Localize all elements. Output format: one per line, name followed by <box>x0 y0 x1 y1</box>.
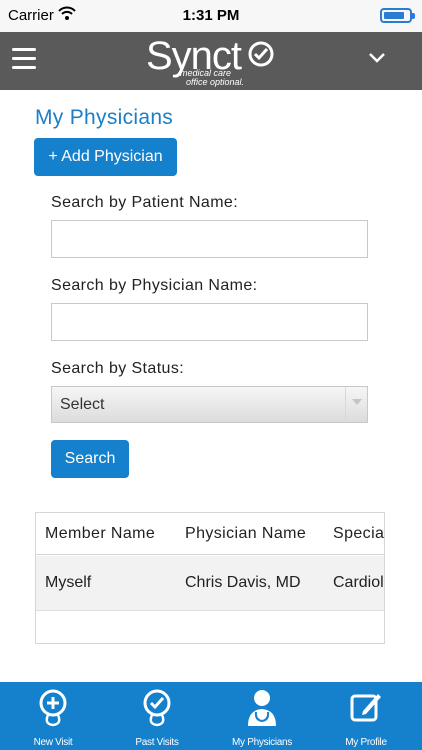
main-content: My Physicians + Add Physician Search by … <box>0 90 422 682</box>
status-bar: Carrier 1:31 PM <box>0 0 422 32</box>
app-logo: Synct medical care office optional. <box>146 32 286 90</box>
tab-label: My Profile <box>345 737 387 748</box>
column-header[interactable]: Member Name <box>45 525 155 543</box>
table-row[interactable]: Myself Chris Davis, MD Cardiol <box>36 556 384 611</box>
bottom-tab-bar: New Visit Past Visits My Physicians My P… <box>0 682 422 750</box>
column-header[interactable]: Specia <box>333 525 384 543</box>
status-select-value: Select <box>60 396 105 413</box>
column-header[interactable]: Physician Name <box>185 525 306 543</box>
tab-my-physicians[interactable]: My Physicians <box>220 682 304 750</box>
add-physician-button[interactable]: + Add Physician <box>34 138 177 176</box>
stethoscope-clock-icon <box>143 689 171 727</box>
tab-new-visit[interactable]: New Visit <box>11 682 95 750</box>
app-header: Synct medical care office optional. <box>0 32 422 90</box>
page-title: My Physicians <box>35 106 174 129</box>
table-header-row: Member Name Physician Name Specia <box>36 513 384 555</box>
tab-label: My Physicians <box>231 737 292 748</box>
tab-label: New Visit <box>33 737 73 748</box>
physician-name-input[interactable] <box>51 303 368 341</box>
chevron-down-icon[interactable] <box>368 52 386 64</box>
status-select[interactable]: Select <box>51 386 368 423</box>
physician-name-cell: Chris Davis, MD <box>185 574 301 591</box>
patient-name-input[interactable] <box>51 220 368 258</box>
specialty-cell: Cardiol <box>333 574 384 591</box>
tab-my-profile[interactable]: My Profile <box>324 682 408 750</box>
patient-name-label: Search by Patient Name: <box>51 194 239 211</box>
member-name-cell: Myself <box>45 574 92 591</box>
tab-label: Past Visits <box>135 737 179 748</box>
clock: 1:31 PM <box>182 7 240 24</box>
logo-stethoscope-mark <box>248 41 274 67</box>
stethoscope-plus-icon <box>39 689 67 727</box>
battery-icon <box>380 8 415 23</box>
tab-past-visits[interactable]: Past Visits <box>115 682 199 750</box>
edit-icon <box>350 694 381 722</box>
status-label: Search by Status: <box>51 360 185 377</box>
select-arrow-icon <box>345 387 367 422</box>
physicians-table[interactable]: Member Name Physician Name Specia Myself… <box>35 512 385 644</box>
hamburger-menu-icon[interactable] <box>12 48 36 70</box>
physician-name-label: Search by Physician Name: <box>51 277 258 294</box>
doctor-icon <box>248 690 276 726</box>
logo-tagline-2: office optional. <box>186 77 245 87</box>
search-button[interactable]: Search <box>51 440 129 478</box>
